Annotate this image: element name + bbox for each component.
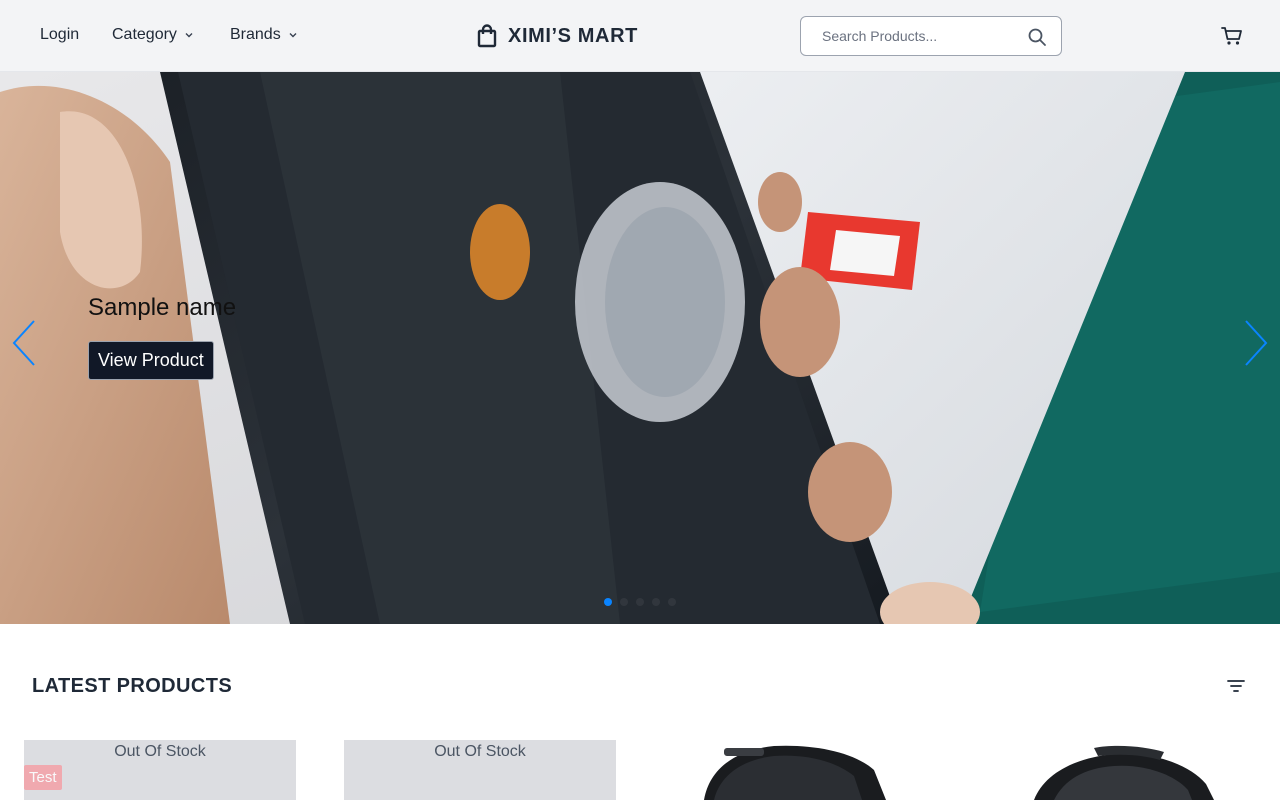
carousel-next-icon[interactable] xyxy=(1242,318,1272,368)
carousel-dot[interactable] xyxy=(652,598,660,606)
search-bar xyxy=(800,16,1062,56)
shopping-bag-icon xyxy=(477,24,497,48)
brands-label: Brands xyxy=(230,26,281,43)
smartwatch-image xyxy=(1034,745,1214,800)
brand-name: XIMI’S MART xyxy=(508,24,638,47)
slide-caption-name: Sample name xyxy=(88,294,237,321)
login-link[interactable]: Login xyxy=(40,24,79,46)
brand-logo[interactable]: XIMI’S MART xyxy=(476,22,638,50)
search-input[interactable] xyxy=(822,28,1022,44)
carousel-dot[interactable] xyxy=(604,598,612,606)
carousel-indicators xyxy=(604,598,676,606)
product-card[interactable] xyxy=(984,740,1256,800)
carousel-dot[interactable] xyxy=(636,598,644,606)
product-card[interactable]: Out Of Stock xyxy=(344,740,616,800)
out-of-stock-label: Out Of Stock xyxy=(114,743,206,760)
product-card[interactable] xyxy=(664,740,936,800)
smartwatch-image xyxy=(704,745,886,800)
product-card[interactable]: Out Of Stock Test xyxy=(24,740,296,800)
category-dropdown[interactable]: Category xyxy=(112,24,193,46)
chevron-down-icon xyxy=(185,33,193,38)
chevron-down-icon xyxy=(289,33,297,38)
cart-icon[interactable] xyxy=(1221,25,1243,47)
carousel-prev-icon[interactable] xyxy=(8,318,38,368)
brands-dropdown[interactable]: Brands xyxy=(230,24,297,46)
carousel-dot[interactable] xyxy=(668,598,676,606)
search-icon[interactable] xyxy=(1027,27,1047,47)
section-title: LATEST PRODUCTS xyxy=(32,675,233,697)
hero-carousel: Sample name View Product xyxy=(0,72,1280,624)
carousel-dot[interactable] xyxy=(620,598,628,606)
product-tag: Test xyxy=(24,765,62,790)
top-navbar: Login Category Brands XIMI’S MART xyxy=(0,0,1280,72)
view-product-button[interactable]: View Product xyxy=(88,341,214,380)
out-of-stock-label: Out Of Stock xyxy=(434,743,526,760)
category-label: Category xyxy=(112,26,177,43)
filter-icon[interactable] xyxy=(1226,678,1246,694)
